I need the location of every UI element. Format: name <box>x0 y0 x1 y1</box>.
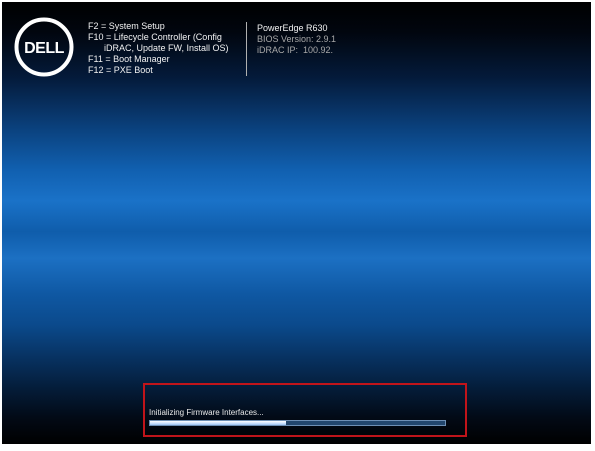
hotkey-key: F2 <box>88 21 99 31</box>
hotkey-separator: = <box>102 54 114 64</box>
hotkey-f11[interactable]: F11 = Boot Manager <box>88 54 229 65</box>
progress-bar-fill <box>150 421 286 425</box>
hotkey-label: System Setup <box>108 21 165 31</box>
idrac-ip: iDRAC IP: 100.92. <box>257 45 334 55</box>
hotkey-f10-continuation: iDRAC, Update FW, Install OS) <box>88 43 229 54</box>
hotkey-label: iDRAC, Update FW, Install OS) <box>104 43 229 53</box>
hotkey-label: PXE Boot <box>113 65 153 75</box>
hotkey-f12[interactable]: F12 = PXE Boot <box>88 65 229 76</box>
header-divider <box>246 22 247 76</box>
hotkey-separator: = <box>98 21 109 31</box>
server-model: PowerEdge R630 <box>257 23 328 33</box>
hotkey-key: F12 <box>88 65 104 75</box>
hotkey-separator: = <box>103 32 114 42</box>
boot-hotkey-menu: F2 = System Setup F10 = Lifecycle Contro… <box>88 21 229 76</box>
bios-version: BIOS Version: 2.9.1 <box>257 34 337 44</box>
hotkey-key: F11 <box>88 54 103 64</box>
hotkey-label: Boot Manager <box>113 54 170 64</box>
hotkey-label: Lifecycle Controller (Config <box>113 32 222 42</box>
hotkey-f10[interactable]: F10 = Lifecycle Controller (Config <box>88 32 229 43</box>
bios-boot-screen: DELL F2 = System Setup F10 = Lifecycle C… <box>2 2 591 444</box>
progress-bar <box>149 420 446 426</box>
dell-logo-text: DELL <box>24 40 65 57</box>
status-message: Initializing Firmware Interfaces... <box>149 408 264 417</box>
system-info: PowerEdge R630 BIOS Version: 2.9.1 iDRAC… <box>257 23 336 56</box>
dell-logo: DELL <box>14 17 74 77</box>
hotkey-key: F10 <box>88 32 104 42</box>
hotkey-f2[interactable]: F2 = System Setup <box>88 21 229 32</box>
hotkey-separator: = <box>103 65 114 75</box>
